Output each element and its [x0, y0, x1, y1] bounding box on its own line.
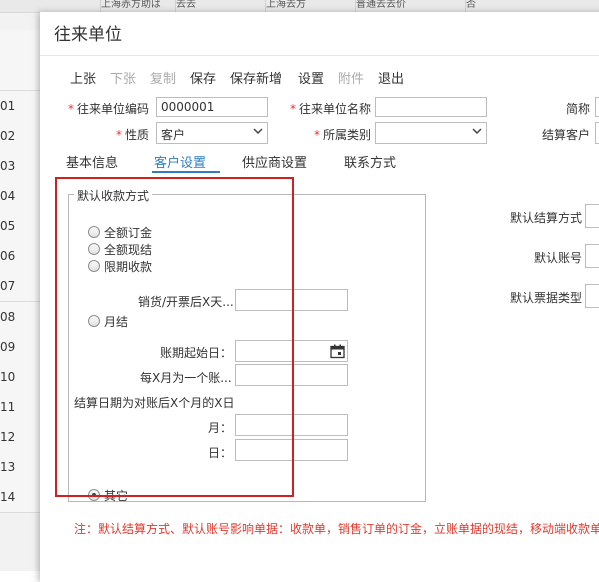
default-invoice-type-label: 默认票据类型: [510, 291, 583, 305]
background-row: 14: [0, 482, 40, 513]
tab-supplier-settings[interactable]: 供应商设置: [242, 152, 307, 171]
every-x-month-input[interactable]: [235, 364, 348, 386]
row-number: 11: [0, 400, 16, 414]
impact-note: 注：默认结算方式、默认账号影响单据：收款单，销售订单的订金，立账单据的现结，移动…: [74, 522, 599, 536]
radio-monthly[interactable]: 月结: [88, 313, 128, 330]
default-account-input[interactable]: [585, 244, 599, 268]
name-input[interactable]: [375, 97, 487, 117]
attachment-button[interactable]: 附件: [338, 68, 364, 87]
row-number: 09: [0, 340, 16, 354]
background-cell: 上海赤方助ば: [100, 0, 176, 12]
row-number: 07: [0, 279, 16, 293]
row-number: 10: [0, 370, 16, 384]
tab-basic-info[interactable]: 基本信息: [66, 152, 118, 171]
row-number: 02: [0, 129, 16, 143]
settings-button[interactable]: 设置: [298, 68, 324, 87]
background-row: 12: [0, 422, 40, 453]
row-number: 03: [0, 159, 16, 173]
background-row: 04: [0, 181, 40, 212]
start-date-label: 账期起始日：: [160, 346, 233, 360]
background-row: 08: [0, 302, 40, 333]
background-cell: 上海去方: [265, 0, 356, 12]
nature-label: * 性质: [116, 128, 150, 142]
day-label: 日：: [208, 446, 233, 460]
row-number: 08: [0, 310, 16, 324]
abbr-input[interactable]: [595, 97, 599, 117]
background-row: 02: [0, 121, 40, 152]
radio-circle[interactable]: [88, 489, 100, 501]
title-divider: [40, 55, 599, 56]
settle-rule-label: 结算日期为对账后X个月的X日: [74, 396, 235, 410]
abbr-label: 简称: [566, 102, 591, 116]
copy-button[interactable]: 复制: [150, 68, 176, 87]
month-input[interactable]: [235, 414, 348, 436]
month-label: 月：: [208, 421, 233, 435]
nature-select-value: 客户: [161, 128, 186, 142]
save-and-new-button[interactable]: 保存新增: [230, 68, 282, 87]
background-row: 07: [0, 271, 40, 302]
nature-select[interactable]: 客户: [156, 122, 268, 144]
radio-circle[interactable]: [88, 260, 100, 272]
payment-method-legend: 默认收款方式: [74, 187, 153, 204]
code-input[interactable]: 0000001: [156, 97, 268, 117]
background-cell: 去去: [175, 0, 266, 12]
radio-circle[interactable]: [88, 226, 100, 238]
background-row: 10: [0, 362, 40, 393]
day-input[interactable]: [235, 439, 348, 461]
radio-circle[interactable]: [88, 315, 100, 327]
row-number: 13: [0, 460, 16, 474]
background-row: [0, 60, 40, 91]
code-label: * 往来单位编码: [68, 102, 150, 116]
days-after-input[interactable]: [235, 289, 348, 311]
category-label: * 所属类别: [314, 128, 372, 142]
radio-circle[interactable]: [88, 243, 100, 255]
settle-customer-label: 结算客户: [542, 128, 591, 142]
row-number: 06: [0, 249, 16, 263]
default-settle-method-label: 默认结算方式: [510, 211, 583, 225]
default-settle-method-input[interactable]: [585, 204, 599, 228]
settle-customer-input[interactable]: [595, 122, 599, 144]
tab-customer-settings[interactable]: 客户设置: [154, 152, 206, 171]
background-row: 03: [0, 151, 40, 182]
exit-button[interactable]: 退出: [378, 68, 404, 87]
days-after-label: 销货/开票后X天...: [138, 295, 234, 309]
dialog-title: 往来单位: [54, 25, 122, 45]
row-number: 01: [0, 99, 16, 113]
background-row: 13: [0, 452, 40, 483]
next-record-button[interactable]: 下张: [110, 68, 136, 87]
background-cell: 普通去去价: [355, 0, 466, 12]
row-number: 14: [0, 490, 16, 504]
background-row: 06: [0, 241, 40, 272]
background-row: 01: [0, 91, 40, 122]
default-invoice-type-input[interactable]: [585, 284, 599, 308]
category-select[interactable]: [375, 122, 487, 144]
background-row: 11: [0, 392, 40, 423]
calendar-icon[interactable]: [330, 344, 345, 359]
row-number: 12: [0, 430, 16, 444]
row-number: 04: [0, 189, 16, 203]
row-number: 05: [0, 219, 16, 233]
start-date-input[interactable]: [235, 340, 348, 362]
save-button[interactable]: 保存: [190, 68, 216, 87]
active-tab-indicator: [152, 171, 220, 173]
chevron-down-icon: [472, 128, 482, 135]
background-cell: 否: [465, 0, 546, 12]
radio-term-payment[interactable]: 限期收款: [88, 258, 152, 275]
radio-other[interactable]: 其它: [88, 487, 128, 504]
background-row: [0, 30, 40, 61]
every-x-month-label: 每X月为一个账...: [140, 371, 232, 385]
background-row: 09: [0, 332, 40, 363]
tab-contact[interactable]: 联系方式: [344, 152, 396, 171]
radio-full-deposit[interactable]: 全额订金: [88, 224, 152, 241]
background-row: 05: [0, 211, 40, 242]
prev-record-button[interactable]: 上张: [70, 68, 96, 87]
chevron-down-icon: [253, 128, 263, 135]
default-account-label: 默认账号: [534, 251, 583, 265]
name-label: * 往来单位名称: [290, 102, 372, 116]
radio-full-cash[interactable]: 全额现结: [88, 241, 152, 258]
partner-dialog: 往来单位 上张 下张 复制 保存 保存新增 设置 附件 退出 * 往来单位编码 0…: [40, 12, 599, 582]
